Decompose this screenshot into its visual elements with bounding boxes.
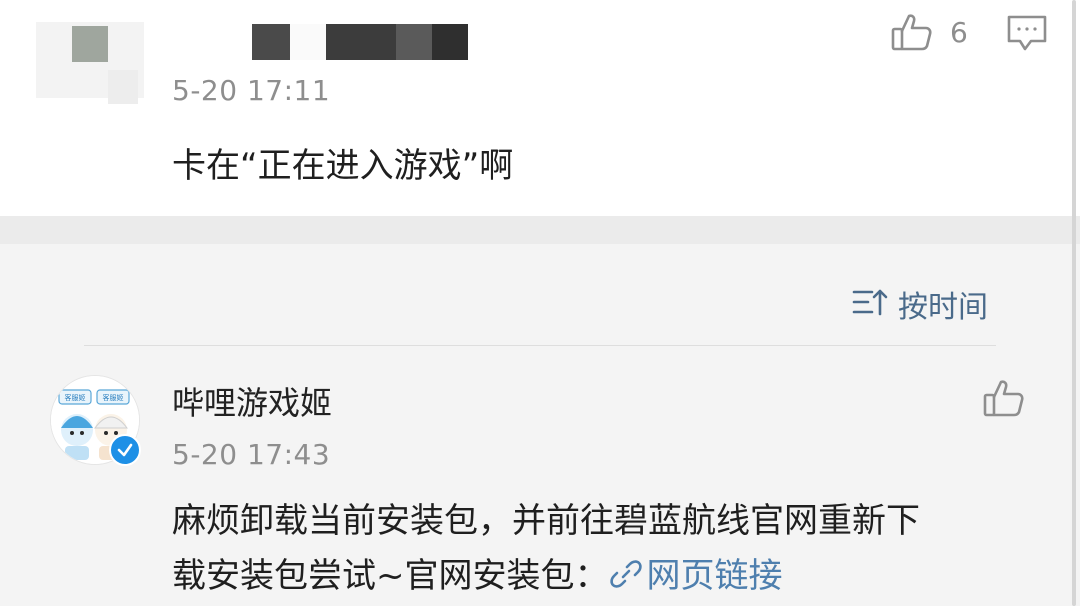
reply-text-line-2-body: 载安装包尝试~官网安装包：: [172, 556, 609, 596]
web-link[interactable]: 网页链接: [609, 556, 783, 596]
top-comment-like-button[interactable]: 6: [890, 10, 968, 54]
reply-timestamp: 5-20 17:43: [172, 438, 331, 471]
reply-divider: [84, 345, 996, 346]
verified-check-icon: [109, 434, 141, 466]
thumbs-up-icon: [890, 10, 934, 54]
commenter-name-redacted: [290, 24, 326, 60]
commenter-name-redacted: [326, 24, 396, 60]
reply-text-line-2: 载安装包尝试~官网安装包： 网页链接: [172, 551, 783, 605]
comment-text: 卡在“正在进入游戏”啊: [172, 146, 514, 186]
comment-reply-icon[interactable]: [1006, 14, 1048, 58]
reply-like-button[interactable]: [982, 376, 1026, 420]
svg-text:客服姬: 客服姬: [65, 393, 86, 402]
commenter-name-redacted[interactable]: [252, 24, 290, 60]
sort-icon: [852, 287, 888, 321]
svg-text:客服姬: 客服姬: [103, 393, 124, 402]
commenter-name-redacted: [396, 24, 432, 60]
web-link-label: 网页链接: [646, 556, 783, 596]
link-icon: [609, 555, 643, 605]
commenter-avatar-blur: [72, 26, 108, 62]
scrollbar[interactable]: [1072, 0, 1076, 606]
sort-by-time-button[interactable]: 按时间: [852, 282, 988, 326]
commenter-avatar-blur: [108, 70, 138, 104]
reply-username[interactable]: 哔哩游戏姬: [172, 378, 332, 424]
thumbs-up-icon: [982, 376, 1026, 420]
reply-text-line-1: 麻烦卸载当前安装包，并前往碧蓝航线官网重新下: [172, 501, 920, 541]
top-comment: 6 5-20 17:11 卡在“正在进入游戏”啊: [0, 0, 1080, 216]
like-count: 6: [950, 15, 968, 49]
sort-label: 按时间: [898, 290, 988, 325]
commenter-name-redacted: [432, 24, 468, 60]
section-divider: [0, 216, 1080, 244]
comment-timestamp: 5-20 17:11: [172, 74, 331, 107]
